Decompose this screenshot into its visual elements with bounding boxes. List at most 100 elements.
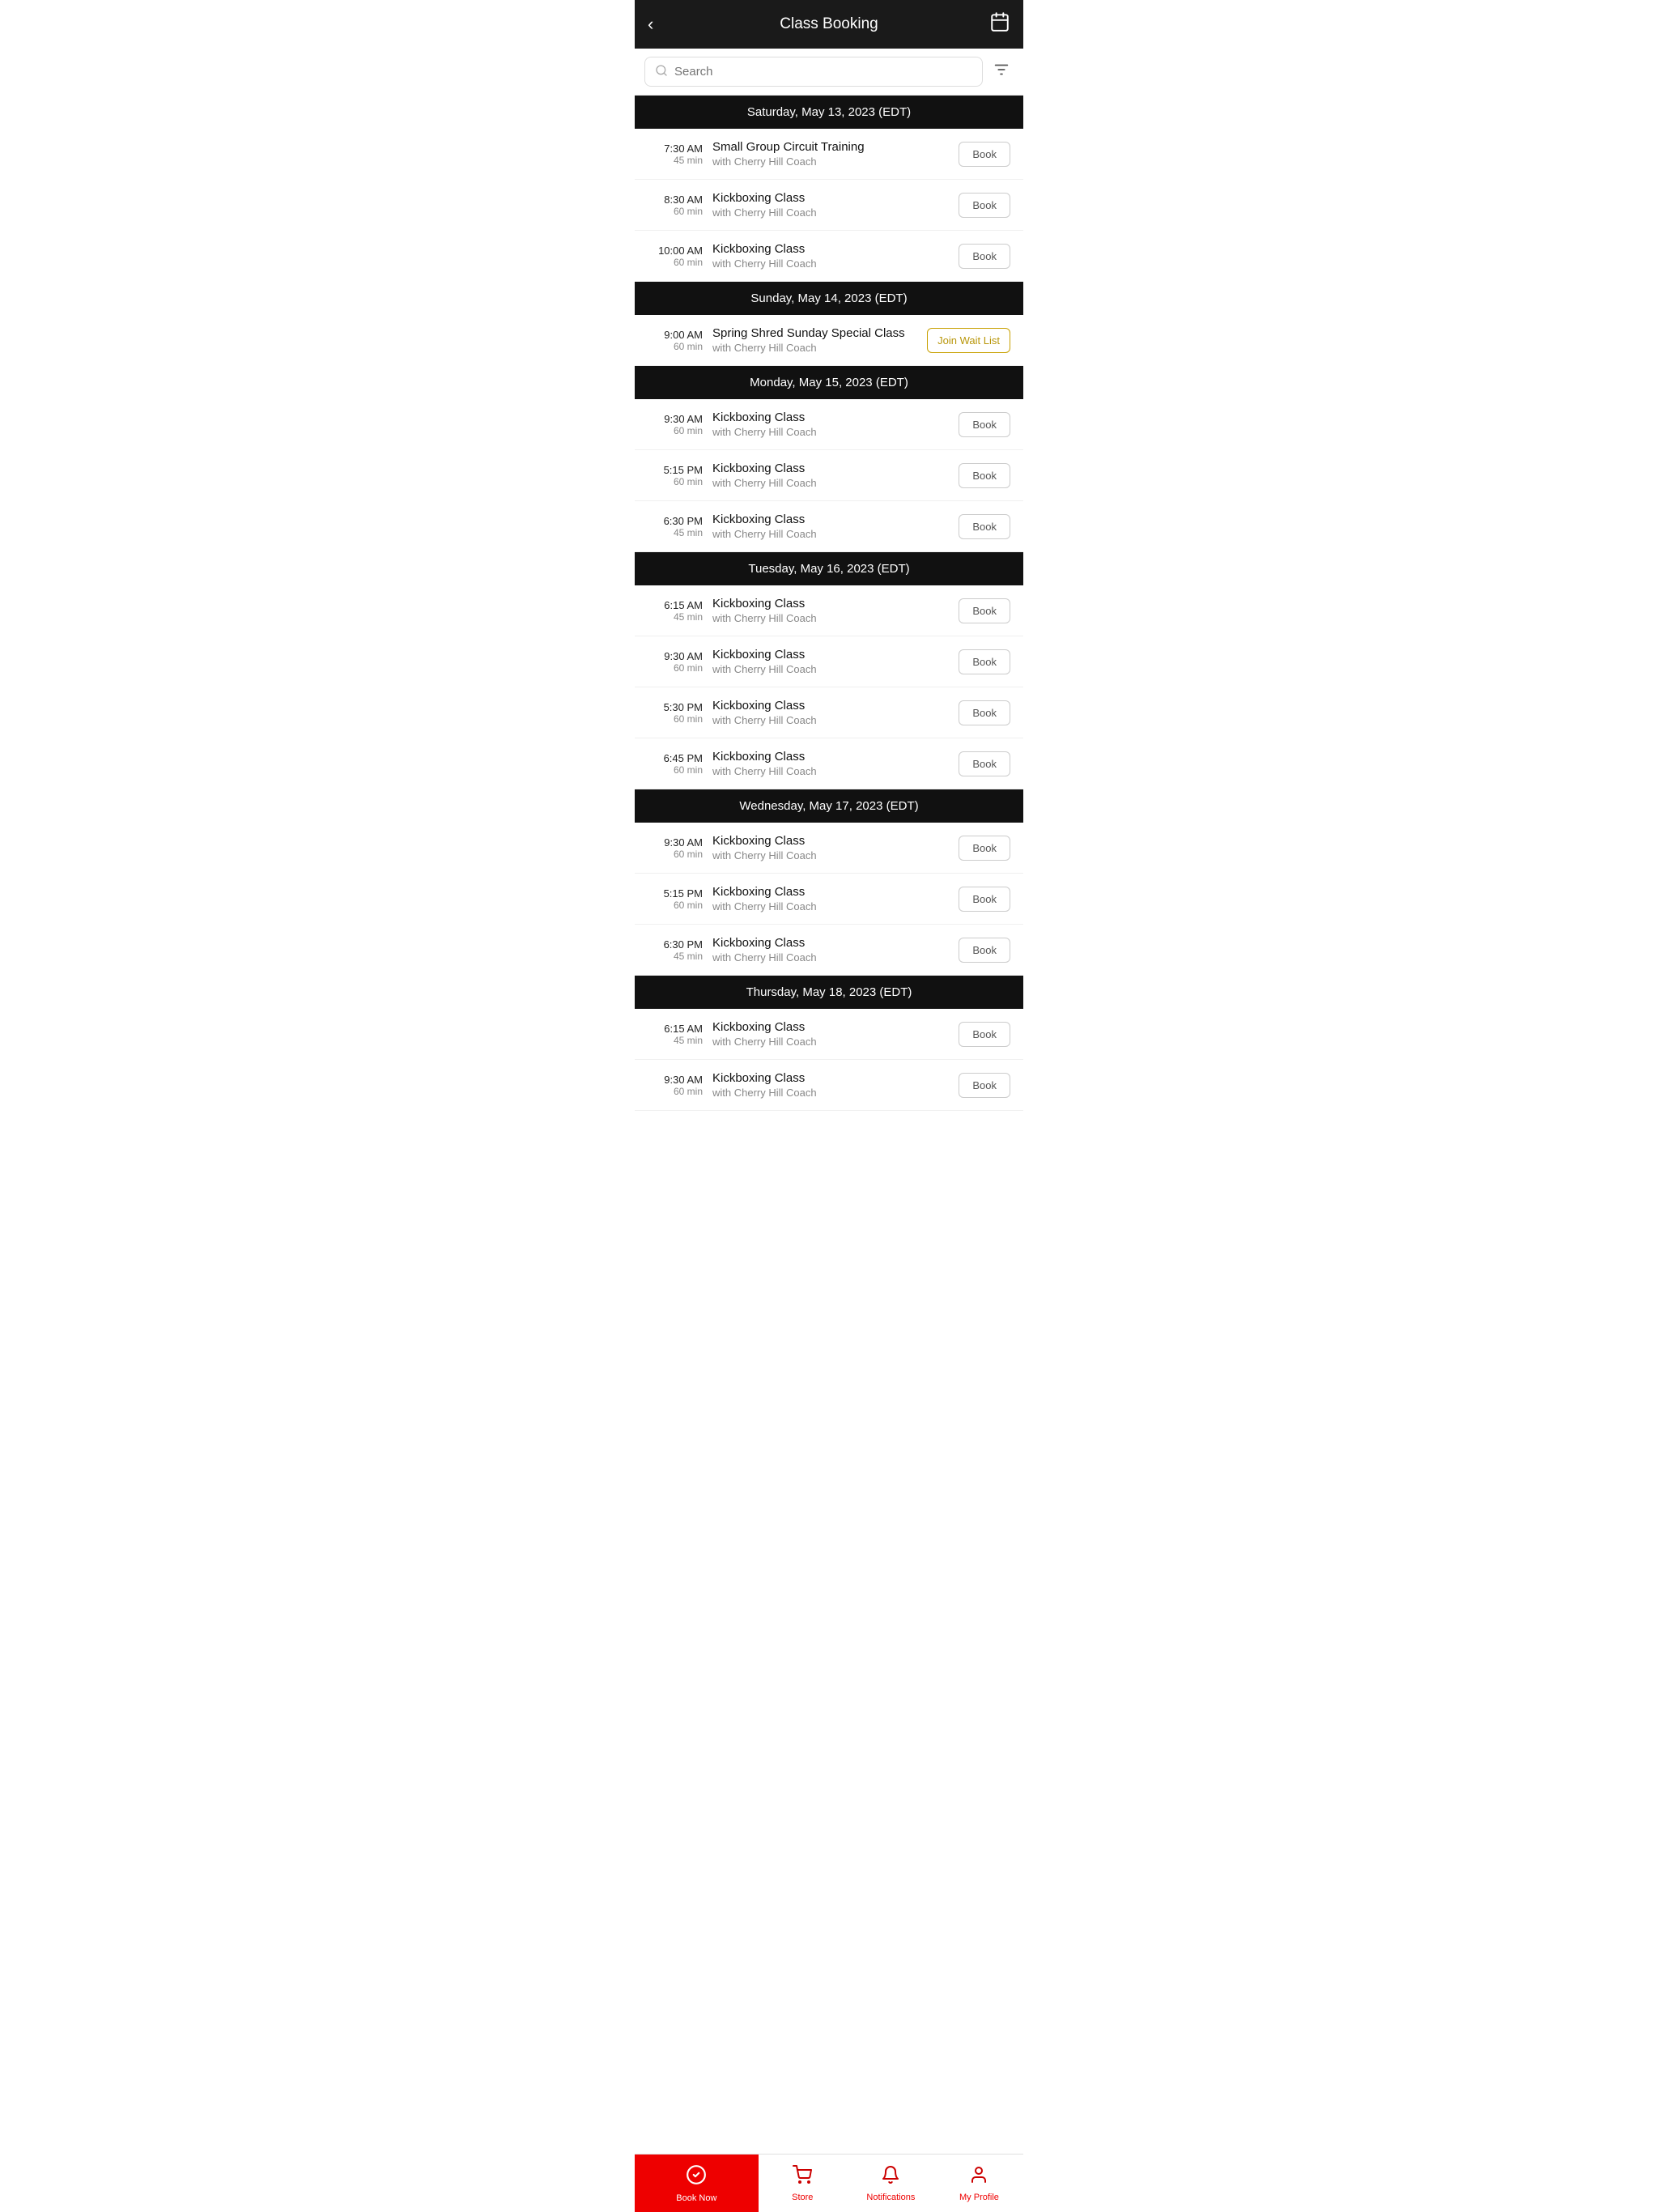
class-name: Kickboxing Class — [712, 1071, 949, 1085]
book-button[interactable]: Book — [959, 700, 1010, 725]
class-info: Kickboxing Class with Cherry Hill Coach — [712, 1020, 949, 1048]
page-title: Class Booking — [674, 15, 984, 33]
class-duration: 60 min — [648, 1086, 703, 1097]
bottom-nav: Book Now Store Notifications My Pro — [635, 2154, 1023, 2212]
nav-my-profile[interactable]: My Profile — [935, 2155, 1023, 2212]
class-time: 5:30 PM60 min — [648, 701, 703, 725]
class-row: 6:30 PM45 minKickboxing Classwith Cherry… — [635, 501, 1023, 552]
class-time-main: 9:30 AM — [648, 650, 703, 662]
class-duration: 45 min — [648, 527, 703, 538]
book-button[interactable]: Book — [959, 1022, 1010, 1047]
class-row: 9:30 AM60 minKickboxing Classwith Cherry… — [635, 1060, 1023, 1111]
class-duration: 60 min — [648, 713, 703, 725]
class-name: Kickboxing Class — [712, 191, 949, 205]
class-time: 6:15 AM45 min — [648, 1023, 703, 1046]
class-info: Kickboxing Classwith Cherry Hill Coach — [712, 648, 949, 675]
class-name: Kickboxing Class — [712, 410, 949, 424]
class-row: 6:45 PM60 minKickboxing Classwith Cherry… — [635, 738, 1023, 789]
class-duration: 60 min — [648, 849, 703, 860]
day-header: Sunday, May 14, 2023 (EDT) — [635, 282, 1023, 315]
class-name: Kickboxing Class — [712, 1020, 949, 1034]
class-time: 8:30 AM60 min — [648, 194, 703, 217]
day-header: Saturday, May 13, 2023 (EDT) — [635, 96, 1023, 129]
class-name: Kickboxing Class — [712, 699, 949, 713]
class-time-main: 6:30 PM — [648, 515, 703, 527]
class-coach: with Cherry Hill Coach — [712, 765, 949, 777]
class-time: 9:30 AM60 min — [648, 1074, 703, 1097]
schedule-list: Saturday, May 13, 2023 (EDT) 7:30 AM 45 mi… — [635, 96, 1023, 2212]
class-time: 10:00 AM60 min — [648, 245, 703, 268]
nav-book-now[interactable]: Book Now — [635, 2155, 759, 2212]
class-coach: with Cherry Hill Coach — [712, 477, 949, 489]
class-duration: 60 min — [648, 425, 703, 436]
class-info: Small Group Circuit Trainingwith Cherry … — [712, 140, 949, 168]
class-coach: with Cherry Hill Coach — [712, 714, 949, 726]
book-button[interactable]: Book — [959, 649, 1010, 674]
class-row: 5:15 PM60 min Kickboxing Classwith Cherry… — [635, 874, 1023, 925]
class-time: 9:00 AM60 min — [648, 329, 703, 352]
book-now-label: Book Now — [676, 2193, 716, 2203]
class-name: Spring Shred Sunday Special Class — [712, 326, 917, 340]
search-input[interactable] — [674, 65, 972, 79]
class-info: Kickboxing Classwith Cherry Hill Coach — [712, 191, 949, 219]
class-coach: with Cherry Hill Coach — [712, 1036, 949, 1048]
class-name: Kickboxing Class — [712, 834, 949, 848]
class-time-main: 9:00 AM — [648, 329, 703, 341]
class-coach: with Cherry Hill Coach — [712, 900, 949, 912]
class-coach: with Cherry Hill Coach — [712, 612, 949, 624]
book-button[interactable]: Book — [959, 142, 1010, 167]
class-time-main: 9:30 AM — [648, 836, 703, 849]
calendar-icon[interactable] — [984, 11, 1010, 37]
book-button[interactable]: Book — [959, 244, 1010, 269]
class-row: 9:30 AM60 minKickboxing Classwith Cherry… — [635, 823, 1023, 874]
class-name: Kickboxing Class — [712, 242, 949, 256]
filter-button[interactable] — [989, 57, 1014, 87]
class-coach: with Cherry Hill Coach — [712, 528, 949, 540]
class-coach: with Cherry Hill Coach — [712, 951, 949, 963]
search-bar — [635, 49, 1023, 96]
class-name: Kickboxing Class — [712, 597, 949, 610]
book-button[interactable]: Book — [959, 938, 1010, 963]
book-button[interactable]: Book — [959, 412, 1010, 437]
book-button[interactable]: Book — [959, 598, 1010, 623]
person-icon — [969, 2165, 988, 2189]
book-button[interactable]: Book — [959, 751, 1010, 776]
class-name: Small Group Circuit Training — [712, 140, 949, 154]
class-time-main: 7:30 AM — [648, 143, 703, 155]
book-button[interactable]: Book — [959, 193, 1010, 218]
class-info: Kickboxing Classwith Cherry Hill Coach — [712, 699, 949, 726]
day-header: Tuesday, May 16, 2023 (EDT) — [635, 552, 1023, 585]
nav-store[interactable]: Store — [759, 2155, 847, 2212]
book-button[interactable]: Book — [959, 1073, 1010, 1098]
class-time: 5:15 PM60 min — [648, 887, 703, 911]
class-time: 6:15 AM45 min — [648, 599, 703, 623]
class-info: Kickboxing Classwith Cherry Hill Coach — [712, 936, 949, 963]
book-button[interactable]: Book — [959, 887, 1010, 912]
class-name: Kickboxing Class — [712, 885, 949, 899]
class-coach: with Cherry Hill Coach — [712, 257, 949, 270]
class-time: 9:30 AM60 min — [648, 650, 703, 674]
back-button[interactable]: ‹ — [648, 14, 674, 35]
class-duration: 60 min — [648, 206, 703, 217]
class-coach: with Cherry Hill Coach — [712, 342, 917, 354]
class-info: Kickboxing Classwith Cherry Hill Coach — [712, 750, 949, 777]
class-time-main: 5:30 PM — [648, 701, 703, 713]
class-duration: 45 min — [648, 951, 703, 962]
class-row: 10:00 AM60 min Kickboxing Classwith Cherr… — [635, 231, 1023, 282]
book-button[interactable]: Book — [959, 836, 1010, 861]
join-waitlist-button[interactable]: Join Wait List — [927, 328, 1010, 353]
store-label: Store — [792, 2193, 813, 2202]
class-time-main: 6:30 PM — [648, 938, 703, 951]
class-row: 5:15 PM60 minKickboxing Classwith Cherry… — [635, 450, 1023, 501]
book-button[interactable]: Book — [959, 463, 1010, 488]
nav-notifications[interactable]: Notifications — [847, 2155, 935, 2212]
class-coach: with Cherry Hill Coach — [712, 155, 949, 168]
day-header: Monday, May 15, 2023 (EDT) — [635, 366, 1023, 399]
class-duration: 60 min — [648, 900, 703, 911]
class-duration: 60 min — [648, 662, 703, 674]
class-time: 9:30 AM60 min — [648, 413, 703, 436]
day-header: Wednesday, May 17, 2023 (EDT) — [635, 789, 1023, 823]
book-button[interactable]: Book — [959, 514, 1010, 539]
search-input-wrap — [644, 57, 983, 87]
class-row: 9:30 AM60 min Kickboxing Classwith Cherry… — [635, 636, 1023, 687]
